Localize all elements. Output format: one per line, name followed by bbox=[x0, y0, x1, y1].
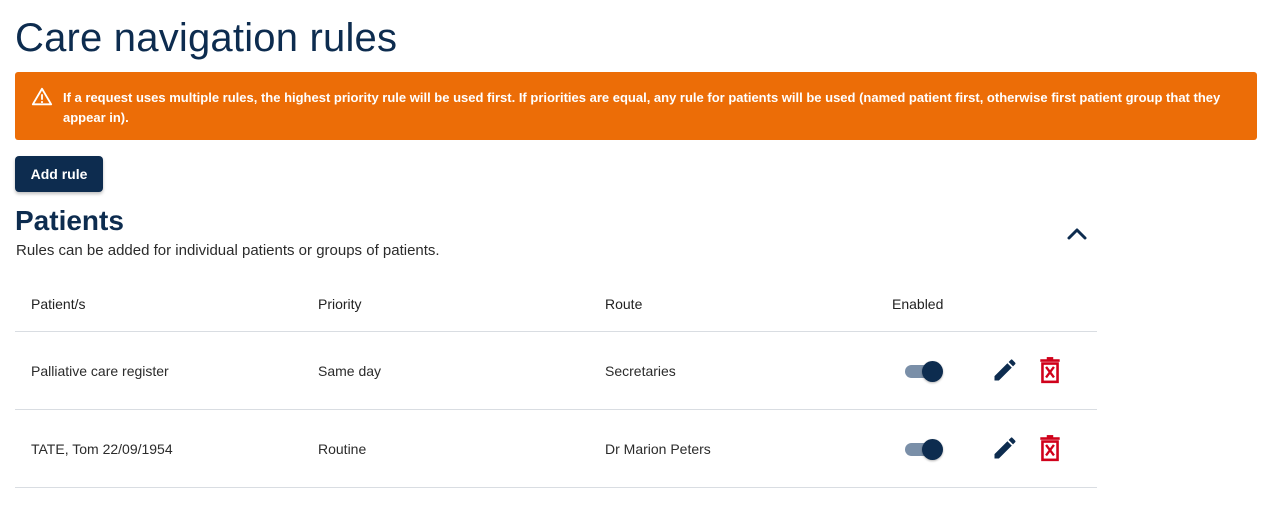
delete-rule-button[interactable] bbox=[1035, 356, 1065, 386]
toggle-thumb bbox=[922, 439, 943, 460]
column-header-patient: Patient/s bbox=[31, 296, 86, 312]
pencil-icon bbox=[991, 434, 1019, 465]
patient-cell: Palliative care register bbox=[31, 363, 169, 379]
patient-cell: TATE, Tom 22/09/1954 bbox=[31, 441, 173, 457]
enabled-toggle[interactable] bbox=[905, 360, 943, 382]
edit-rule-button[interactable] bbox=[990, 434, 1020, 464]
chevron-up-icon bbox=[1065, 225, 1089, 244]
column-header-priority: Priority bbox=[318, 296, 362, 312]
pencil-icon bbox=[991, 356, 1019, 387]
section-heading-patients: Patients bbox=[15, 205, 124, 236]
route-cell: Secretaries bbox=[605, 363, 676, 379]
edit-rule-button[interactable] bbox=[990, 356, 1020, 386]
trash-icon bbox=[1037, 356, 1063, 387]
enabled-toggle[interactable] bbox=[905, 438, 943, 460]
section-description: Rules can be added for individual patien… bbox=[16, 242, 440, 259]
priority-cell: Same day bbox=[318, 363, 382, 379]
route-cell: Dr Marion Peters bbox=[605, 441, 711, 457]
warning-banner: If a request uses multiple rules, the hi… bbox=[15, 72, 1257, 140]
table-row: TATE, Tom 22/09/1954 Routine Dr Marion P… bbox=[15, 410, 1097, 488]
delete-rule-button[interactable] bbox=[1035, 434, 1065, 464]
toggle-thumb bbox=[922, 361, 943, 382]
column-header-route: Route bbox=[605, 296, 643, 312]
table-header: Patient/s Priority Route Enabled bbox=[15, 280, 1097, 332]
table-row: Palliative care register Same day Secret… bbox=[15, 332, 1097, 410]
priority-cell: Routine bbox=[318, 441, 367, 457]
warning-triangle-icon bbox=[31, 86, 53, 108]
collapse-section-button[interactable] bbox=[1063, 222, 1091, 246]
trash-icon bbox=[1037, 434, 1063, 465]
warning-text: If a request uses multiple rules, the hi… bbox=[63, 90, 1221, 125]
column-header-enabled: Enabled bbox=[892, 296, 944, 312]
page-title: Care navigation rules bbox=[15, 16, 398, 60]
add-rule-button[interactable]: Add rule bbox=[15, 156, 103, 192]
patient-rules-table: Patient/s Priority Route Enabled Palliat… bbox=[15, 280, 1097, 488]
